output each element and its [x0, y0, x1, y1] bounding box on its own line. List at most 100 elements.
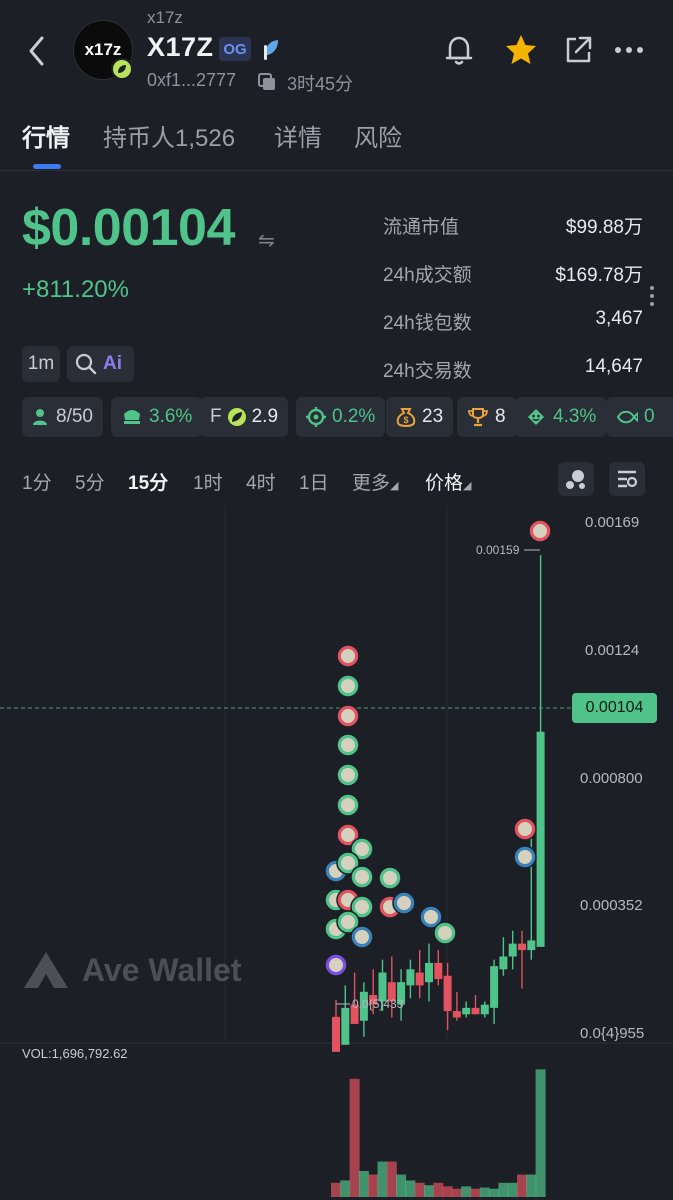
- candle-body: [425, 962, 433, 983]
- tab-market[interactable]: 行情: [22, 118, 70, 153]
- candle-body: [434, 962, 443, 979]
- candle-body: [406, 969, 415, 986]
- chart-settings-button[interactable]: [609, 462, 645, 496]
- candle-body: [536, 731, 545, 947]
- timeframe-1h[interactable]: 1时: [193, 468, 223, 495]
- candle-body: [471, 1007, 480, 1015]
- trade-marker-avatar: [341, 915, 355, 929]
- bell-icon[interactable]: [441, 32, 477, 68]
- trade-marker-avatar: [341, 709, 355, 723]
- timeframe-1min[interactable]: 1分: [22, 468, 52, 495]
- trade-marker-avatar: [355, 870, 369, 884]
- search-icon: [75, 353, 97, 375]
- ai-search-button[interactable]: Ai: [67, 346, 134, 382]
- caret-icon: ◢: [463, 480, 472, 492]
- y-tick-3: 0.000352: [580, 897, 643, 914]
- volume-bar: [386, 1161, 397, 1197]
- tab-holders[interactable]: 持币人1,526: [103, 118, 235, 153]
- low-marker-label: 0.0{5}433: [352, 997, 404, 1011]
- token-small-name: x17z: [147, 8, 183, 27]
- token-age: 3时45分: [287, 74, 354, 94]
- tab-details[interactable]: 详情: [274, 118, 322, 153]
- back-arrow-icon[interactable]: [24, 34, 52, 68]
- timeframe-more[interactable]: 更多◢: [352, 468, 398, 495]
- price-chart[interactable]: [0, 505, 673, 1200]
- volume-bar: [461, 1186, 472, 1197]
- share-icon[interactable]: [560, 32, 596, 68]
- more-options-icon[interactable]: [611, 32, 647, 68]
- feather-icon: [264, 40, 278, 60]
- contract-address[interactable]: 0xf1...2777: [147, 70, 236, 91]
- chip-last[interactable]: 0: [606, 397, 673, 437]
- timeframe-1d[interactable]: 1日: [299, 468, 329, 495]
- candle-body: [341, 1007, 350, 1045]
- price-mode-label: 价格: [425, 473, 464, 494]
- smile-cloud-icon: [528, 409, 544, 425]
- volume-bar: [358, 1171, 369, 1197]
- chip-fee[interactable]: F 2.9: [200, 397, 289, 437]
- volume-bar: [414, 1182, 425, 1197]
- tab-risk[interactable]: 风险: [354, 118, 402, 153]
- high-marker-label: 0.00159: [476, 543, 520, 557]
- volume-bar: [405, 1180, 416, 1197]
- trade-marker-avatar: [341, 798, 355, 812]
- chip-fee-letter: F: [210, 406, 222, 427]
- chip-bags[interactable]: $ 23: [386, 397, 454, 437]
- trade-marker-avatar: [355, 930, 369, 944]
- stat-value-trades: 14,647: [584, 356, 643, 377]
- interval-button[interactable]: 1m: [22, 346, 60, 382]
- chip-smile[interactable]: 4.3%: [515, 397, 607, 437]
- volume-bar: [451, 1188, 462, 1197]
- candle-body: [490, 966, 499, 1008]
- price-mode-select[interactable]: 价格◢: [425, 468, 471, 495]
- user-icon: [33, 409, 47, 425]
- stat-label-mcap: 流通市值: [383, 217, 460, 238]
- volume-bar: [396, 1174, 407, 1197]
- stat-value-wallets: 3,467: [595, 308, 643, 329]
- trade-marker-avatar: [355, 842, 369, 856]
- chip-target[interactable]: 0.2%: [296, 397, 386, 437]
- chip-trophy[interactable]: 8: [457, 397, 516, 437]
- chip-top10[interactable]: 3.6%: [111, 397, 203, 437]
- volume-bar: [479, 1187, 490, 1197]
- chip-fee-value: 2.9: [251, 406, 279, 427]
- token-logo-text: x17z: [84, 40, 122, 59]
- stat-label-volume: 24h成交额: [383, 265, 472, 286]
- copy-icon[interactable]: [257, 72, 277, 92]
- vertical-more-icon[interactable]: [648, 285, 656, 307]
- chip-smile-value: 4.3%: [553, 406, 597, 427]
- current-price: $0.00104: [22, 199, 235, 257]
- volume-bar: [498, 1182, 509, 1197]
- stat-label-wallets: 24h钱包数: [383, 313, 472, 334]
- chip-holders[interactable]: 8/50: [22, 397, 103, 437]
- volume-label: VOL:1,696,792.62: [22, 1046, 128, 1061]
- timeframe-more-label: 更多: [352, 473, 391, 494]
- indicator-toggle-button[interactable]: [558, 462, 594, 496]
- chip-last-value: 0: [644, 406, 655, 427]
- tab-active-indicator: [33, 164, 61, 169]
- trade-marker-avatar: [341, 738, 355, 752]
- candle-body: [443, 975, 452, 1012]
- volume-bar: [535, 1069, 546, 1197]
- timeframe-15min[interactable]: 15分: [128, 468, 168, 495]
- price-change: +811.20%: [22, 276, 129, 303]
- trade-marker-avatar: [424, 910, 438, 924]
- timeframe-5min[interactable]: 5分: [75, 468, 105, 495]
- timeframe-4h[interactable]: 4时: [246, 468, 276, 495]
- y-tick-2: 0.000800: [580, 770, 643, 787]
- ave-wallet-watermark: Ave Wallet: [22, 950, 241, 990]
- trade-marker-avatar: [518, 822, 532, 836]
- swap-units-icon[interactable]: ⇋: [258, 228, 275, 253]
- trade-marker-avatar: [518, 850, 532, 864]
- candle-body: [508, 943, 517, 957]
- trade-marker-avatar: [383, 871, 397, 885]
- trade-marker-avatar: [329, 958, 343, 972]
- trophy-icon: [468, 408, 488, 427]
- volume-bar: [433, 1182, 444, 1197]
- circles-icon: [566, 470, 585, 489]
- crown-icon: [124, 410, 140, 424]
- volume-bar: [507, 1182, 518, 1197]
- target-icon: [306, 407, 326, 427]
- star-icon[interactable]: [503, 32, 539, 68]
- stat-value-mcap: $99.88万: [565, 217, 643, 238]
